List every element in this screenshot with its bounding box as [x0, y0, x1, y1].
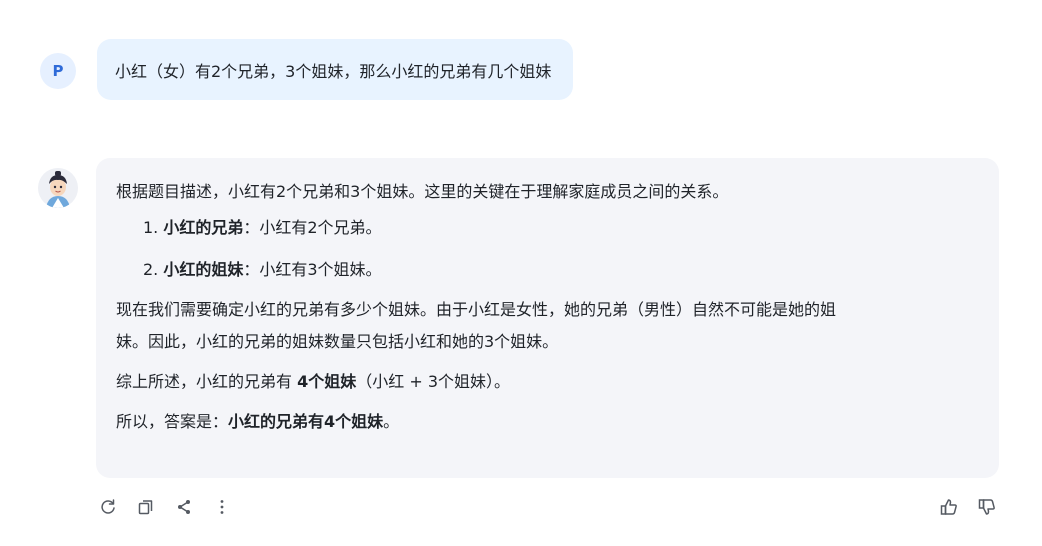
answer-bold: 小红的兄弟有4个姐妹	[228, 412, 384, 431]
share-icon	[178, 500, 190, 514]
user-message-text: 小红（女）有2个兄弟，3个姐妹，那么小红的兄弟有几个姐妹	[115, 61, 552, 81]
summary-bold: 4个姐妹	[297, 372, 357, 391]
assistant-avatar-icon	[38, 168, 78, 208]
more-button[interactable]	[210, 495, 234, 519]
more-icon	[220, 500, 224, 514]
assistant-summary: 综上所述，小红的兄弟有 4个姐妹（小红 + 3个姐妹）。	[116, 366, 979, 398]
like-button[interactable]	[937, 495, 961, 519]
list-item-number: 1.	[143, 218, 159, 237]
list-item: 1. 小红的兄弟：小红有2个兄弟。	[143, 212, 979, 244]
message-toolbar	[96, 494, 999, 520]
assistant-paragraph-line1: 现在我们需要确定小红的兄弟有多少个姐妹。由于小红是女性，她的兄弟（男性）自然不可…	[116, 300, 837, 319]
summary-prefix: 综上所述，小红的兄弟有	[116, 372, 298, 391]
assistant-intro-text: 根据题目描述，小红有2个兄弟和3个姐妹。这里的关键在于理解家庭成员之间的关系。	[116, 182, 729, 201]
list-item-bold: 小红的姐妹	[163, 260, 244, 279]
share-button[interactable]	[172, 495, 196, 519]
list-item: 2. 小红的姐妹：小红有3个姐妹。	[143, 254, 979, 286]
assistant-paragraph-line2: 妹。因此，小红的兄弟的姐妹数量只包括小红和她的3个姐妹。	[116, 332, 559, 351]
assistant-avatar	[38, 168, 78, 208]
regenerate-button[interactable]	[96, 495, 120, 519]
user-avatar: P	[40, 53, 76, 89]
list-item-text: ：小红有2个兄弟。	[243, 218, 382, 237]
summary-suffix: （小红 + 3个姐妹）。	[356, 372, 510, 391]
copy-button[interactable]	[134, 495, 158, 519]
answer-prefix: 所以，答案是：	[116, 412, 229, 431]
thumbs-down-icon	[978, 499, 995, 515]
assistant-list: 1. 小红的兄弟：小红有2个兄弟。 2. 小红的姐妹：小红有3个姐妹。	[143, 212, 979, 286]
copy-icon	[138, 500, 153, 515]
user-message-bubble: 小红（女）有2个兄弟，3个姐妹，那么小红的兄弟有几个姐妹	[97, 39, 574, 100]
list-item-number: 2.	[143, 260, 159, 279]
list-item-text: ：小红有3个姐妹。	[243, 260, 382, 279]
refresh-icon	[101, 499, 115, 514]
assistant-message-bubble: 根据题目描述，小红有2个兄弟和3个姐妹。这里的关键在于理解家庭成员之间的关系。 …	[96, 158, 999, 478]
assistant-answer: 所以，答案是：小红的兄弟有4个姐妹。	[116, 406, 979, 438]
list-item-bold: 小红的兄弟	[163, 218, 244, 237]
answer-suffix: 。	[383, 412, 400, 431]
thumbs-up-icon	[940, 499, 957, 515]
dislike-button[interactable]	[975, 495, 999, 519]
